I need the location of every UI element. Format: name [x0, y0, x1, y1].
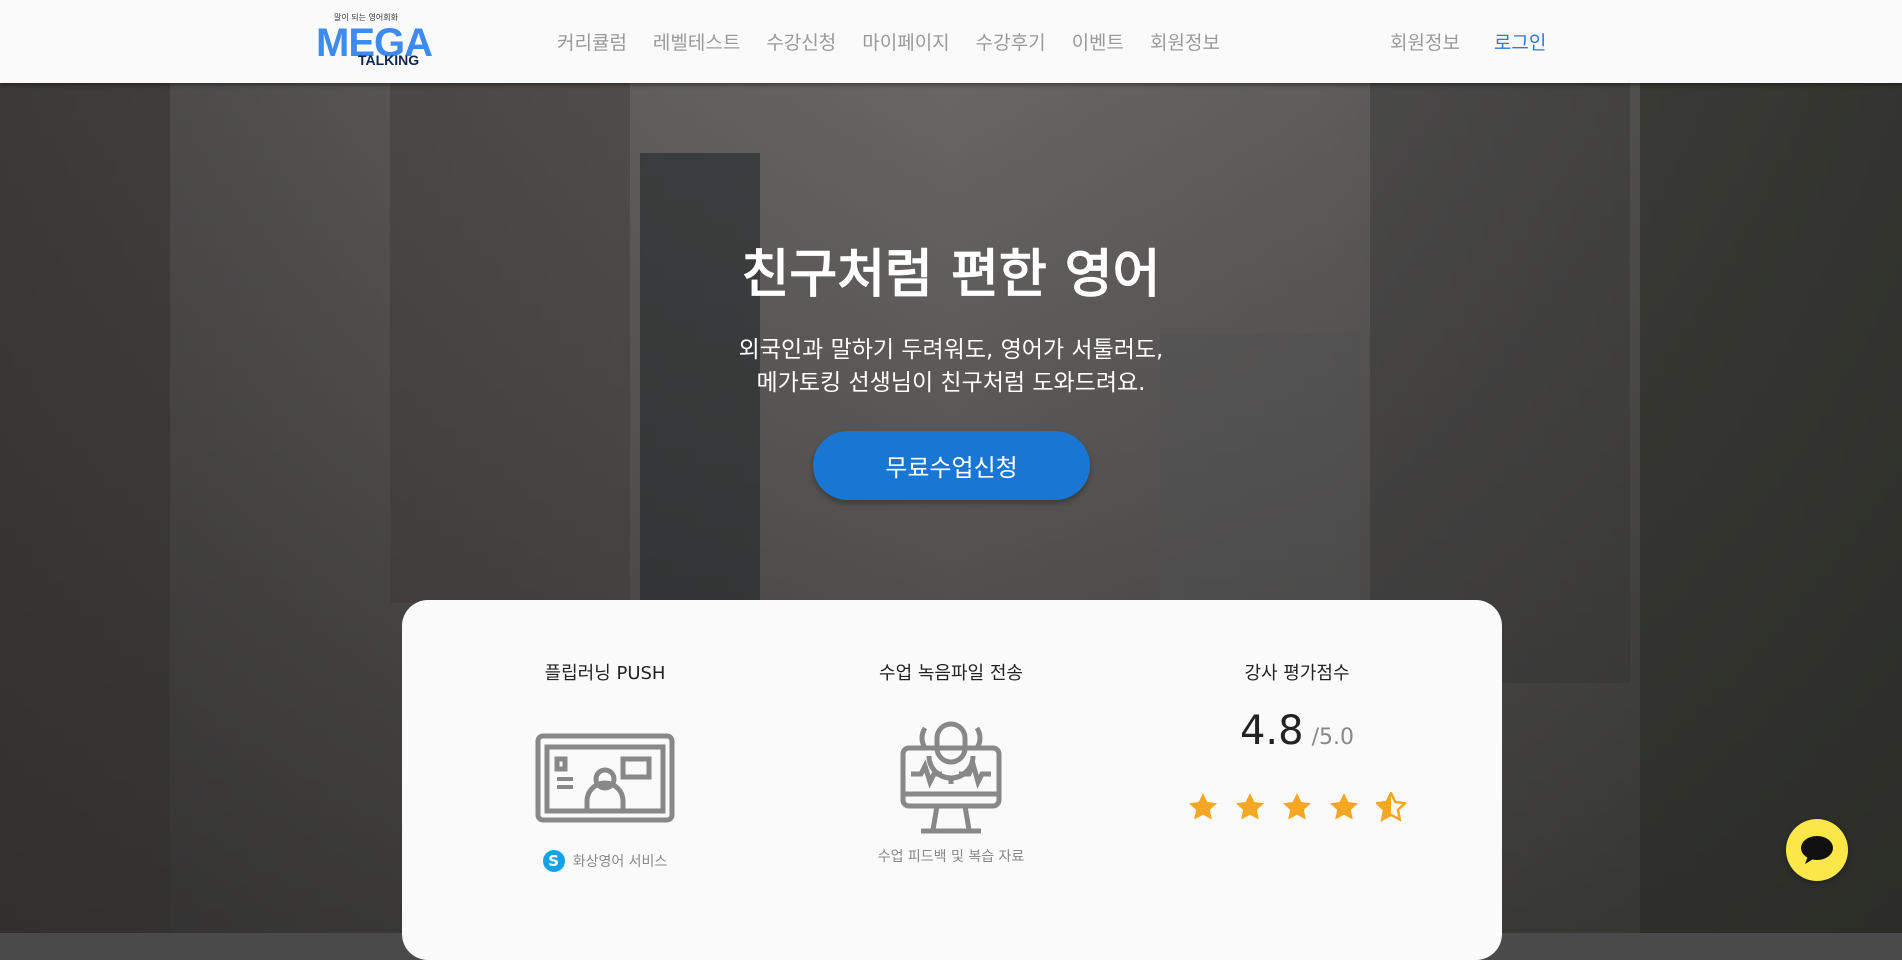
- nav-reviews[interactable]: 수강후기: [976, 28, 1046, 55]
- subtitle-line: 외국인과 말하기 두려워도, 영어가 서툴러도,: [738, 337, 1164, 363]
- star-full-icon: [1330, 793, 1358, 820]
- star-full-icon: [1236, 793, 1264, 820]
- member-info-link[interactable]: 회원정보: [1390, 28, 1460, 55]
- video-call-icon: [535, 733, 675, 823]
- kakao-chat-button[interactable]: [1786, 819, 1848, 881]
- feature-title: 수업 녹음파일 전송: [879, 663, 1023, 684]
- score-max: /5.0: [1311, 725, 1355, 750]
- feature-title: 강사 평가점수: [1244, 663, 1350, 684]
- nav-member-info[interactable]: 회원정보: [1150, 28, 1220, 55]
- nav-enroll[interactable]: 수강신청: [766, 28, 836, 55]
- site-header: 말이 되는 영어회화 MEGA TALKING 커리큘럼 레벨테스트 수강신청 …: [0, 0, 1902, 83]
- nav-events[interactable]: 이벤트: [1072, 28, 1124, 55]
- hero-title: 친구처럼 편한 영어: [741, 245, 1161, 305]
- score-value: 4.8: [1239, 708, 1304, 754]
- star-full-icon: [1283, 793, 1311, 820]
- star-half-icon: [1376, 792, 1406, 822]
- rating-stars: [1117, 792, 1477, 822]
- star-full-icon: [1189, 793, 1217, 820]
- main-nav: 커리큘럼 레벨테스트 수강신청 마이페이지 수강후기 이벤트 회원정보: [557, 28, 1220, 55]
- feature-title: 플립러닝 PUSH: [544, 663, 666, 684]
- login-link[interactable]: 로그인: [1494, 28, 1546, 55]
- nav-curriculum[interactable]: 커리큘럼: [557, 28, 627, 55]
- free-trial-button[interactable]: 무료수업신청: [813, 431, 1090, 500]
- feature-caption: 수업 피드백 및 복습 자료: [877, 849, 1025, 865]
- subtitle-line: 메가토킹 선생님이 친구처럼 도와드려요.: [756, 370, 1146, 396]
- skype-icon: S: [542, 850, 565, 872]
- hero-subtitle: 외국인과 말하기 두려워도, 영어가 서툴러도, 메가토킹 선생님이 친구처럼 …: [0, 334, 1902, 400]
- feature-caption: 화상영어 서비스: [572, 854, 668, 870]
- nav-level-test[interactable]: 레벨테스트: [653, 28, 740, 55]
- features-card: 플립러닝 PUSH S 화상영어 서비스 수업 녹음파일 전송 수업 피드백 및 …: [402, 600, 1502, 960]
- microphone-monitor-icon: [900, 721, 1002, 834]
- nav-mypage[interactable]: 마이페이지: [862, 28, 949, 55]
- chat-bubble-icon: [1801, 836, 1833, 864]
- logo[interactable]: 말이 되는 영어회화 MEGA TALKING: [316, 12, 433, 70]
- rating-score: 4.8/5.0: [1117, 708, 1477, 754]
